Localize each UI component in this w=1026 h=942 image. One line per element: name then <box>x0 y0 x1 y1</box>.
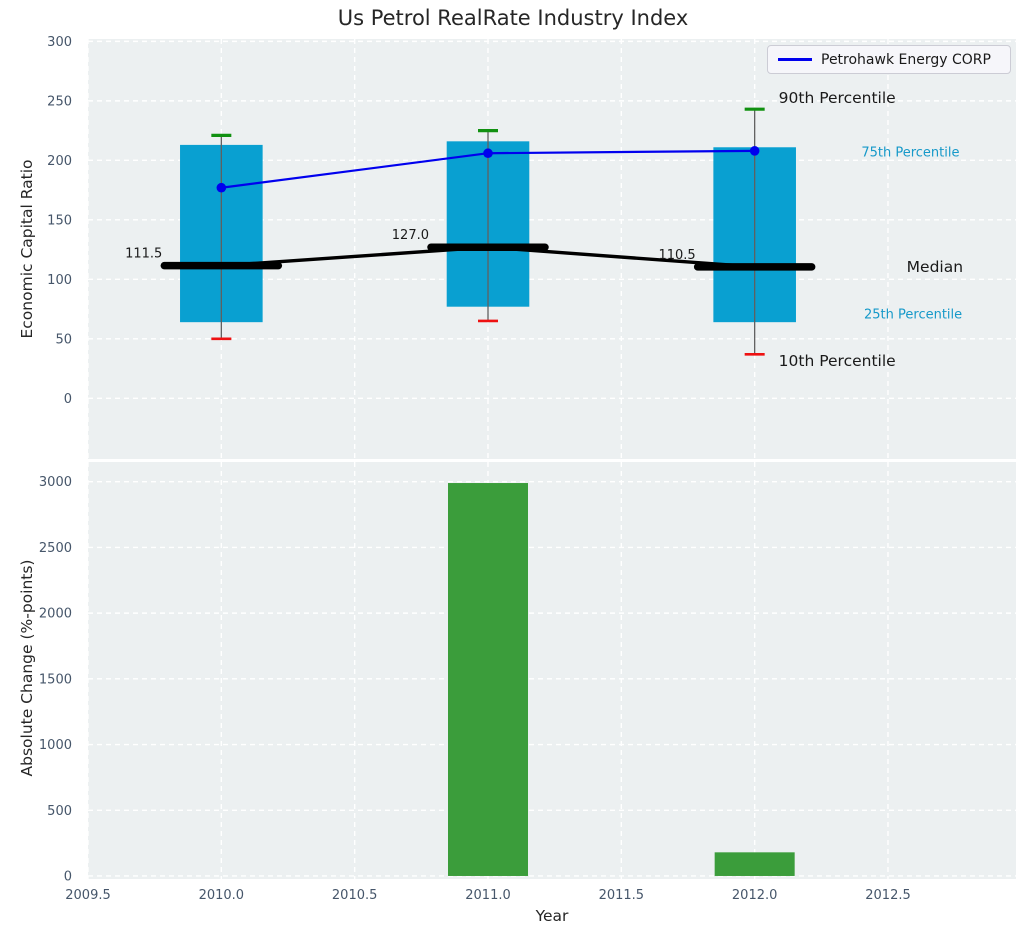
y-tick-label: 150 <box>47 213 72 228</box>
y-tick-label: 0 <box>64 392 72 407</box>
annotation-25th-percentile: 25th Percentile <box>864 308 962 323</box>
x-tick-label: 2012.0 <box>732 888 778 903</box>
company-marker <box>750 146 760 156</box>
chart-title: Us Petrol RealRate Industry Index <box>0 6 1026 30</box>
y-tick-label: 2500 <box>39 541 72 556</box>
annotation-median: Median <box>907 258 963 276</box>
annotation-90th-percentile: 90th Percentile <box>779 89 896 107</box>
y-tick-label: 50 <box>55 332 72 347</box>
change-bar <box>715 852 795 876</box>
legend-line-sample <box>778 58 812 60</box>
y-tick-label: 2000 <box>39 607 72 622</box>
bottom-plot-background <box>88 462 1016 879</box>
x-tick-label: 2010.5 <box>332 888 378 903</box>
legend-label: Petrohawk Energy CORP <box>821 52 991 68</box>
x-axis-label: Year <box>88 907 1016 925</box>
median-value-label: 127.0 <box>392 228 429 243</box>
x-tick-label: 2011.5 <box>599 888 645 903</box>
x-tick-label: 2010.0 <box>199 888 245 903</box>
y-tick-label: 0 <box>64 869 72 884</box>
change-bar <box>448 483 528 876</box>
x-tick-label: 2012.5 <box>865 888 911 903</box>
x-tick-label: 2009.5 <box>65 888 111 903</box>
top-y-axis-label: Economic Capital Ratio <box>18 159 36 338</box>
y-tick-label: 3000 <box>39 475 72 490</box>
legend: Petrohawk Energy CORP <box>767 45 1011 74</box>
plot-canvas: 0501001502002503000500100015002000250030… <box>0 0 1026 942</box>
y-tick-label: 100 <box>47 273 72 288</box>
y-tick-label: 200 <box>47 154 72 169</box>
annotation-75th-percentile: 75th Percentile <box>861 146 959 161</box>
y-tick-label: 1500 <box>39 672 72 687</box>
y-tick-label: 250 <box>47 94 72 109</box>
company-marker <box>217 183 227 193</box>
company-marker <box>483 148 493 158</box>
median-value-label: 111.5 <box>125 247 162 262</box>
bottom-y-axis-label: Absolute Change (%-points) <box>18 560 36 777</box>
annotation-10th-percentile: 10th Percentile <box>779 352 896 370</box>
x-tick-label: 2011.0 <box>465 888 511 903</box>
y-tick-label: 300 <box>47 35 72 50</box>
y-tick-label: 500 <box>47 804 72 819</box>
y-tick-label: 1000 <box>39 738 72 753</box>
figure: 0501001502002503000500100015002000250030… <box>0 0 1026 942</box>
median-value-label: 110.5 <box>658 248 695 263</box>
